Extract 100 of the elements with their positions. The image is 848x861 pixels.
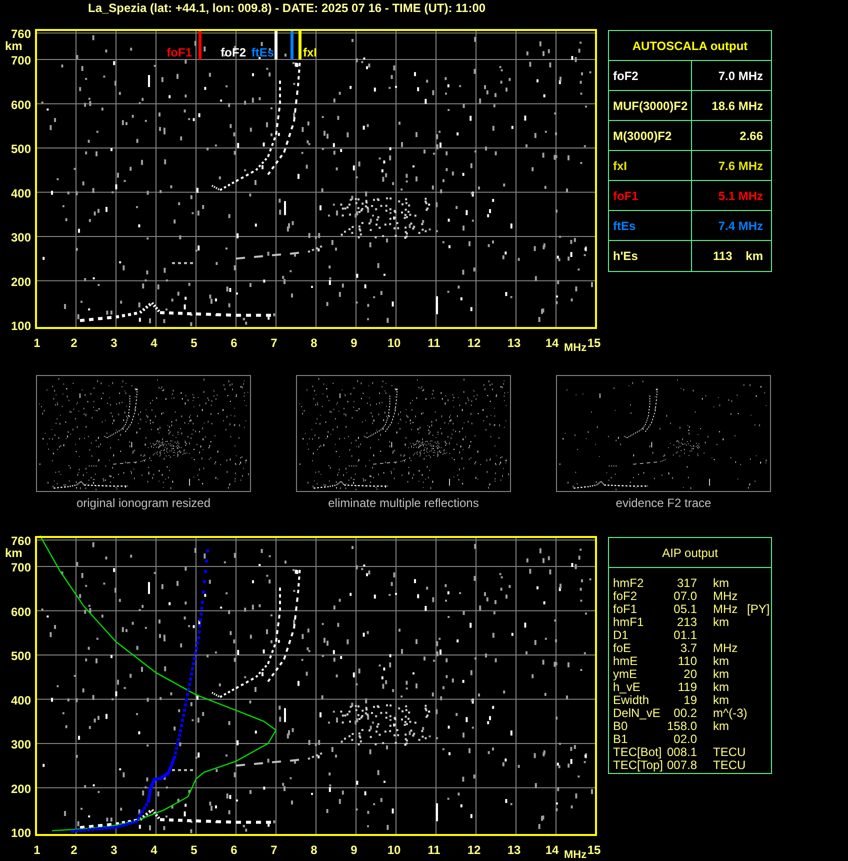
axis-label: 5: [190, 336, 198, 350]
axis-label: 6: [230, 336, 238, 350]
parameter-name: h_vE: [613, 681, 642, 694]
axis-label: 700: [10, 560, 31, 575]
axis-label: 15: [587, 336, 601, 350]
parameter-name: TEC[Top]: [613, 759, 661, 772]
parameter-name: ftEs: [613, 218, 636, 232]
axis-label: 500: [10, 142, 31, 156]
axis-label: 15: [587, 843, 601, 857]
parameter-name: B0: [613, 720, 628, 733]
thumbnail-caption: eliminate multiple reflections: [328, 496, 479, 510]
axis-label: 760: [10, 534, 31, 548]
parameter-value: 5.1 MHz: [718, 188, 763, 202]
axis-label: 9: [350, 336, 358, 350]
parameter-value: 02.0: [672, 733, 697, 746]
parameter-name: hmE: [613, 655, 639, 668]
parameter-name: foF1: [613, 188, 638, 202]
axis-label: 11: [428, 843, 440, 857]
marker-label: fxI: [303, 46, 318, 60]
parameter-name: foE: [613, 642, 632, 655]
parameter-unit: MHz: [713, 603, 739, 616]
parameter-name: h'Es: [613, 249, 638, 263]
axis-label: 3: [110, 336, 118, 350]
axis-label: 7: [270, 336, 278, 350]
axis-label: 10: [387, 336, 401, 350]
axis-label: 300: [10, 230, 31, 245]
parameter-value: 3.7: [679, 642, 697, 655]
axis-label: 600: [10, 98, 31, 112]
parameter-name: hmF1: [613, 616, 645, 629]
axis-label: 1: [34, 843, 40, 857]
axis-label: 200: [10, 782, 31, 796]
parameter-unit: m^(-3): [713, 707, 747, 720]
parameter-unit: km: [713, 616, 730, 629]
axis-unit: MHz: [564, 849, 587, 859]
parameter-value: 07.0: [672, 590, 697, 603]
parameter-value: 18.6 MHz: [712, 98, 763, 112]
axis-label: 8: [310, 843, 318, 857]
parameter-value: 317: [676, 577, 697, 590]
parameter-unit: km: [713, 681, 730, 694]
marker-label: foF2: [220, 46, 246, 60]
parameter-name: foF1: [613, 603, 638, 616]
axis-label: 760: [10, 27, 31, 41]
table-title: AUTOSCALA output: [632, 38, 748, 52]
parameter-value: 113 km: [712, 249, 763, 263]
parameter-value: 19: [682, 694, 697, 707]
parameter-value: 01.1: [672, 629, 697, 642]
axis-label: 4: [150, 843, 158, 857]
axis-label: 400: [10, 186, 31, 200]
parameter-name: B1: [613, 733, 629, 746]
table-title: AIP output: [662, 546, 718, 560]
parameter-value: 7.0 MHz: [718, 68, 763, 82]
parameter-unit: km: [713, 720, 729, 733]
parameter-name: DelN_vE: [613, 707, 661, 720]
parameter-value: 213: [676, 616, 697, 629]
parameter-unit: km: [713, 694, 730, 707]
parameter-value: 7.4 MHz: [718, 218, 763, 232]
axis-label: 14: [545, 843, 559, 857]
parameter-name: M(3000)F2: [613, 128, 672, 142]
axis-label: 10: [387, 843, 401, 857]
axis-label: 11: [428, 336, 440, 350]
axis-unit: MHz: [564, 342, 587, 352]
axis-label: 700: [10, 54, 31, 68]
axis-label: 12: [467, 336, 481, 350]
axis-label: 8: [310, 336, 318, 350]
axis-label: 14: [545, 336, 559, 350]
parameter-name: fxI: [613, 158, 628, 172]
axis-label: 300: [10, 738, 31, 752]
thumbnail-caption: original ionogram resized: [76, 496, 211, 510]
axis-label: 100: [10, 319, 31, 333]
axis-unit: km: [5, 546, 22, 560]
axis-label: 6: [230, 843, 238, 857]
parameter-unit: MHz: [713, 642, 739, 655]
axis-label: 2: [70, 336, 78, 350]
parameter-value: 007.8: [666, 759, 697, 772]
marker-label: ftEs: [251, 46, 274, 60]
axis-label: 600: [10, 604, 31, 619]
parameter-name: foF2: [613, 590, 638, 603]
ionogram-title: La_Spezia (lat: +44.1, lon: 009.8) - DATE: 2025 07 16 - TIME (UT): 11:00: [87, 0, 487, 16]
parameter-value: 158.0: [666, 720, 697, 733]
parameter-name: hmF2: [613, 577, 645, 590]
axis-label: 400: [10, 693, 31, 708]
parameter-name: D1: [613, 629, 630, 642]
parameter-value: 7.6 MHz: [718, 158, 763, 172]
parameter-value: 110: [676, 655, 697, 668]
parameter-value: 119: [676, 681, 697, 694]
axis-label: 1: [34, 336, 40, 350]
axis-label: 7: [270, 843, 278, 857]
axis-label: 13: [507, 843, 521, 857]
parameter-unit: km: [713, 577, 730, 590]
axis-label: 2: [70, 843, 78, 857]
marker-label: foF1: [166, 46, 192, 60]
parameter-unit: TECU: [713, 759, 747, 772]
parameter-name: ymE: [613, 668, 638, 681]
axis-label: 100: [10, 826, 31, 840]
parameter-name: Ewidth: [613, 694, 650, 707]
axis-label: 500: [10, 649, 31, 664]
parameter-note: [PY]: [747, 603, 770, 616]
axis-label: 3: [110, 843, 118, 857]
axis-label: 200: [10, 274, 31, 289]
parameter-unit: TECU: [713, 746, 747, 759]
